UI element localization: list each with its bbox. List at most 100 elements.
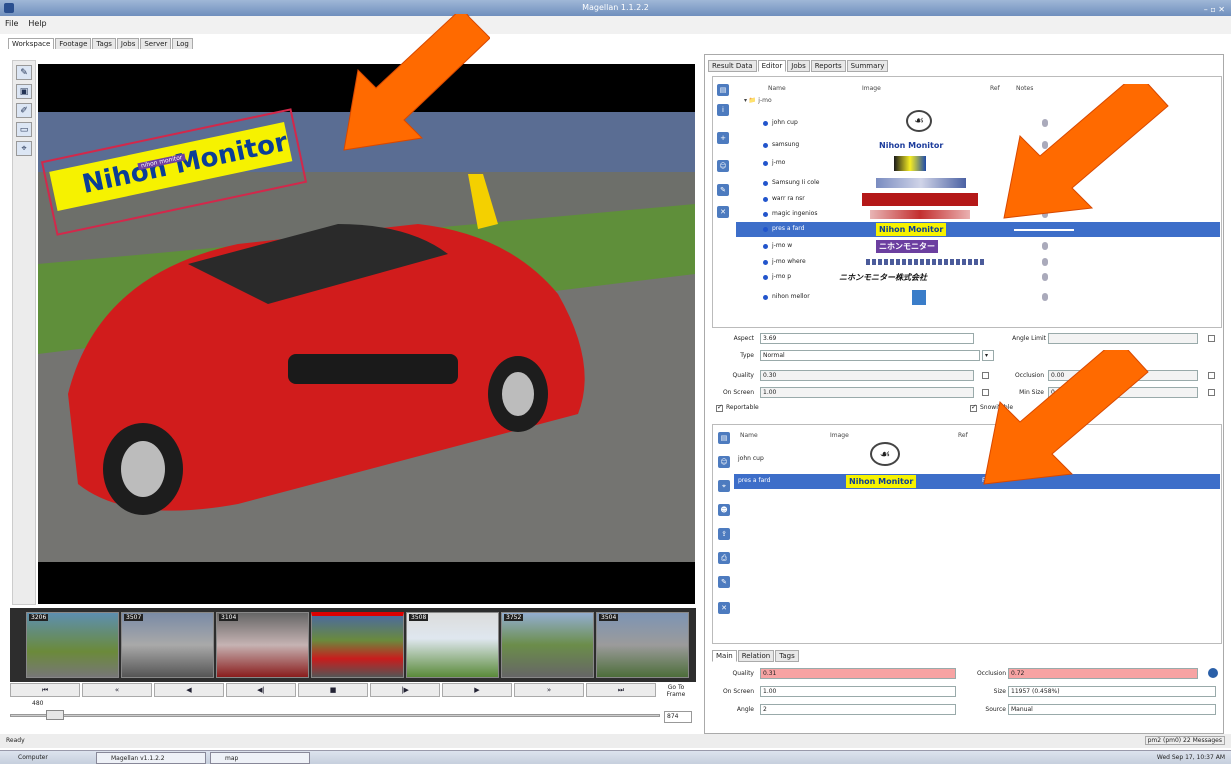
last-frame-button[interactable]: ⏭	[586, 683, 656, 697]
pen-icon[interactable]: ✐	[16, 103, 32, 118]
eyedropper-icon[interactable]: ✎	[16, 65, 32, 80]
eraser-icon[interactable]: ▭	[16, 122, 32, 137]
tab-relation[interactable]: Relation	[737, 650, 775, 662]
minsize-checkbox[interactable]	[1208, 389, 1215, 396]
tab-editor[interactable]: Editor	[757, 60, 787, 72]
tab-summary[interactable]: Summary	[846, 60, 889, 72]
frame-slider[interactable]: 480	[10, 700, 660, 724]
track-source-select[interactable]: Manual	[1008, 704, 1216, 715]
occlusion-checkbox[interactable]	[1208, 372, 1215, 379]
menu-help[interactable]: Help	[23, 16, 51, 31]
lock-icon[interactable]	[1208, 668, 1218, 678]
tag-row[interactable]: nihon mellor	[736, 290, 1220, 305]
track-occlusion-field[interactable]: 0.72	[1008, 668, 1198, 679]
play-reverse-button[interactable]: ◀	[154, 683, 224, 697]
track-size-field: 11957 (0.458%)	[1008, 686, 1216, 697]
add-person-icon[interactable]: +	[717, 132, 729, 144]
status-dot	[763, 244, 768, 249]
bottom-tabs: Main Relation Tags	[712, 650, 800, 662]
tag-logo-banner	[866, 259, 984, 265]
snowitable-checkbox[interactable]	[970, 403, 977, 412]
clipboard-icon[interactable]: ▤	[718, 432, 730, 444]
info-icon[interactable]: i	[717, 104, 729, 116]
taskbar-computer[interactable]: Computer	[4, 752, 64, 764]
go-to-frame-button[interactable]: Go To Frame	[662, 684, 690, 698]
menu-file[interactable]: File	[0, 16, 23, 31]
taskbar-magellan[interactable]: Magellan v1.1.2.2	[96, 752, 206, 764]
tag-logo-seal: ☙	[906, 110, 932, 132]
filmstrip-frame[interactable]: 3507	[121, 612, 214, 678]
tab-tags[interactable]: Tags	[775, 650, 799, 662]
track-quality-field[interactable]: 0.31	[760, 668, 956, 679]
filmstrip-frame-current[interactable]	[311, 612, 404, 678]
filmstrip-frame[interactable]: 3508	[406, 612, 499, 678]
track-onscreen-field[interactable]: 1.00	[760, 686, 956, 697]
filmstrip-frame[interactable]: 3104	[216, 612, 309, 678]
track-icon[interactable]: ⌖	[718, 480, 730, 492]
delete-icon[interactable]: ✕	[717, 206, 729, 218]
track-angle-label: Angle	[736, 706, 754, 713]
first-frame-button[interactable]: ⏮	[10, 683, 80, 697]
track-logo-seal: ☙	[870, 442, 900, 466]
annotation-arrow	[340, 7, 491, 154]
track-angle-field[interactable]: 2	[760, 704, 956, 715]
quality-field[interactable]: 0.30	[760, 370, 974, 381]
tab-tags[interactable]: Tags	[92, 38, 116, 49]
step-forward-button[interactable]: |▶	[370, 683, 440, 697]
step-back-button[interactable]: ◀|	[226, 683, 296, 697]
play-button[interactable]: ▶	[442, 683, 512, 697]
frame-input[interactable]: 874	[664, 711, 692, 723]
tab-main[interactable]: Main	[712, 650, 737, 662]
tree-root[interactable]: ▾ 📁 j-mo	[744, 97, 772, 104]
tag-name: magic ingenios	[772, 210, 818, 217]
person-icon[interactable]: ☻	[718, 504, 730, 516]
stop-button[interactable]: ■	[298, 683, 368, 697]
tag-row[interactable]: j-mo p ニホンモニター株式会社	[736, 270, 1220, 285]
quality-label: Quality	[732, 372, 754, 379]
frame-number: 3752	[504, 614, 524, 621]
angle-limit-checkbox[interactable]	[1208, 335, 1215, 342]
tag-row[interactable]: j-mo w ニホンモニター	[736, 239, 1220, 254]
track-occlusion-label: Occlusion	[976, 670, 1006, 677]
edit-icon[interactable]: ✎	[717, 184, 729, 196]
filmstrip-frame[interactable]: 3206	[26, 612, 119, 678]
tab-jobs[interactable]: Jobs	[787, 60, 810, 72]
rewind-button[interactable]: «	[82, 683, 152, 697]
onscreen-field[interactable]: 1.00	[760, 387, 974, 398]
tag-row-selected[interactable]: pres a fard Nihon Monitor	[736, 222, 1220, 237]
slider-track[interactable]	[10, 714, 660, 717]
export-icon[interactable]: ⇪	[718, 528, 730, 540]
status-dot	[763, 161, 768, 166]
col-image: Image	[862, 85, 881, 92]
tab-jobs[interactable]: Jobs	[116, 38, 140, 49]
status-dot	[763, 227, 768, 232]
tab-log[interactable]: Log	[172, 38, 193, 49]
messages-indicator[interactable]: pm2 (pm0) 22 Messages	[1144, 736, 1225, 745]
tab-server[interactable]: Server	[140, 38, 172, 49]
filmstrip-frame[interactable]: 3752	[501, 612, 594, 678]
select-region-icon[interactable]: ▣	[16, 84, 32, 99]
tag-row[interactable]: j-mo where	[736, 255, 1220, 270]
tab-reports[interactable]: Reports	[810, 60, 846, 72]
reportable-checkbox[interactable]	[716, 403, 723, 412]
taskbar-map[interactable]: map	[210, 752, 310, 764]
angle-limit-field[interactable]	[1048, 333, 1198, 344]
person-icon[interactable]: ☺	[718, 456, 730, 468]
ref-slider[interactable]	[1014, 229, 1074, 231]
crosshair-icon[interactable]: ⌖	[16, 141, 32, 156]
track-size-label: Size	[993, 688, 1006, 695]
aspect-field[interactable]: 3.69	[760, 333, 974, 344]
fast-forward-button[interactable]: »	[514, 683, 584, 697]
tab-footage[interactable]: Footage	[55, 38, 92, 49]
save-icon[interactable]: ⎙	[718, 552, 730, 564]
group-icon[interactable]: ☺	[717, 160, 729, 172]
filmstrip-frame[interactable]: 3504	[596, 612, 689, 678]
slider-thumb[interactable]	[46, 710, 64, 720]
close-icon[interactable]: ✕	[718, 602, 730, 614]
edit-icon[interactable]: ✎	[718, 576, 730, 588]
tab-result-data[interactable]: Result Data	[708, 60, 757, 72]
aspect-label: Aspect	[733, 335, 754, 342]
type-select[interactable]: Normal	[760, 350, 980, 361]
clipboard-icon[interactable]: ▤	[717, 84, 729, 96]
tab-workspace[interactable]: Workspace	[8, 38, 55, 49]
